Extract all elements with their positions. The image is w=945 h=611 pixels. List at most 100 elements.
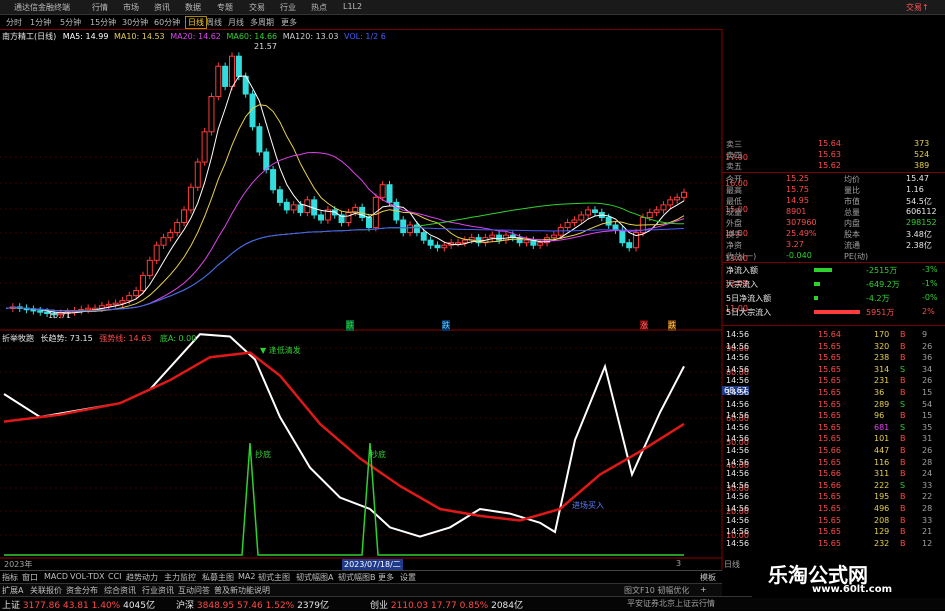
- high-price-label: 21.57: [254, 42, 277, 51]
- candle-body: [201, 131, 208, 163]
- candle-body: [139, 274, 146, 292]
- flow-row: 5日大宗流入 5951万 2%: [726, 307, 935, 317]
- stat-row: 换手 25.49% 股本 3.48亿: [726, 229, 932, 239]
- sub-tab[interactable]: 资金分布: [66, 585, 98, 596]
- sub-line1: 长趋势: 73.15: [40, 334, 93, 343]
- candle-body: [646, 211, 653, 218]
- sub-legend: 折举牧跑 长趋势: 73.15 强势线: 14.63 底A: 0.00: [2, 333, 196, 344]
- sub-tab[interactable]: 关联报价: [30, 585, 62, 596]
- date-axis-right: 3: [676, 559, 682, 568]
- candle-body: [37, 310, 44, 313]
- stat-row: 外盘 307960 内盘 298152: [726, 218, 937, 228]
- indicator-tab[interactable]: 窗口: [22, 572, 38, 583]
- index-bar: 上证 3177.86 43.81 1.40% 4045亿 沪深 3848.95 …: [0, 596, 945, 611]
- candle-body: [174, 222, 181, 234]
- ma5-line: [5, 75, 685, 314]
- sub-indicator-name: 折举牧跑: [2, 334, 34, 343]
- candle-body: [297, 204, 304, 213]
- candle-body: [270, 169, 277, 191]
- add-tab-button[interactable]: +: [700, 585, 707, 594]
- indicator-tab[interactable]: 私募主图: [202, 572, 234, 583]
- flow-bar: [814, 282, 820, 286]
- indicator-tab[interactable]: MACD: [44, 572, 68, 581]
- candle-body: [571, 219, 578, 224]
- quote-footer[interactable]: 日线: [724, 559, 740, 570]
- sub-line2: 强势线: 14.63: [99, 334, 152, 343]
- candle-body: [276, 189, 283, 203]
- signal-marker: 跌: [346, 320, 354, 331]
- candle-body: [119, 300, 126, 304]
- candle-body: [564, 222, 571, 229]
- sub-lines: [3, 333, 685, 556]
- order-row: 卖三 15.64 373: [726, 139, 930, 149]
- spike-label: 抄底: [370, 450, 386, 459]
- indicator-tab-bar: 指标 窗口 MACD VOL-TDX CCI 趋势动力 主力监控 私募主图 MA…: [0, 570, 722, 583]
- candle-body: [550, 234, 557, 239]
- indicator-tab[interactable]: 韧式主图: [258, 572, 290, 583]
- candle-body: [681, 191, 687, 198]
- indicator-tab[interactable]: 设置: [400, 572, 416, 583]
- sub-tab[interactable]: 综合资讯: [104, 585, 136, 596]
- candle-body: [318, 214, 325, 221]
- server-status[interactable]: 平安证券北京上证云行情: [627, 598, 715, 609]
- sub-tab[interactable]: 扩展A: [2, 585, 23, 596]
- candle-body: [167, 232, 174, 239]
- candle-body: [489, 234, 496, 239]
- candle-body: [222, 65, 229, 87]
- index-item[interactable]: 上证 3177.86 43.81 1.40% 4045亿: [2, 598, 155, 611]
- candle-body: [496, 234, 503, 241]
- candle-body: [660, 204, 667, 211]
- indicator-tab[interactable]: 主力监控: [164, 572, 196, 583]
- tick-row: 14:56 15.66 447 B 26: [726, 446, 933, 455]
- candle-body: [653, 209, 660, 213]
- candle-body: [235, 55, 242, 77]
- sub-tab[interactable]: 行业资讯: [142, 585, 174, 596]
- indicator-tab[interactable]: CCI: [108, 572, 122, 581]
- flow-bar: [814, 296, 818, 300]
- candle-body: [523, 239, 530, 244]
- candle-body: [153, 244, 160, 261]
- candle-body: [441, 244, 448, 249]
- ma20-line: [5, 151, 685, 312]
- candle-body: [585, 209, 592, 216]
- candle-body: [605, 216, 612, 226]
- indicator-tab[interactable]: 更多: [378, 572, 394, 583]
- ma-lines: [5, 75, 685, 314]
- sub-tab[interactable]: 互动问答: [178, 585, 210, 596]
- candle-body: [407, 224, 414, 234]
- spike-label: 抄底: [255, 450, 271, 459]
- indicator-tab[interactable]: 趋势动力: [126, 572, 158, 583]
- candle-body: [85, 307, 92, 311]
- stat-row: 今开 15.25 均价 15.47: [726, 174, 929, 184]
- candle-body: [578, 214, 585, 221]
- template-button[interactable]: 模板: [700, 572, 716, 583]
- watermark-url: www.60lt.com: [812, 584, 893, 595]
- candle-body: [187, 186, 194, 211]
- candle-body: [386, 184, 393, 203]
- candle-body: [537, 242, 544, 246]
- tick-row: 14:56 15.66 222 S 33: [726, 480, 933, 490]
- indicator-tab[interactable]: 指标: [2, 572, 18, 583]
- index-item[interactable]: 创业 2110.03 17.77 0.85% 2084亿: [370, 598, 523, 611]
- indicator-tab[interactable]: VOL-TDX: [70, 572, 105, 581]
- candle-body: [619, 229, 626, 244]
- candle-body: [400, 219, 407, 234]
- stat-row: 最低 14.95 市值 54.5亿: [726, 196, 932, 206]
- indicator-tab[interactable]: MA2: [238, 572, 255, 581]
- tick-row: 14:56 15.65 129 B 21: [726, 527, 933, 537]
- indicator-tab[interactable]: 韧式幅图B: [338, 572, 376, 583]
- signal-marker: 涨: [640, 320, 648, 331]
- status-right[interactable]: 图文F10 韧幅优化: [624, 585, 689, 596]
- order-row: 卖四 15.63 524: [726, 150, 930, 160]
- low-price-label: 10.71: [48, 311, 71, 320]
- tick-row: 14:56 15.65 314 S 34: [726, 364, 933, 374]
- candle-body: [365, 216, 372, 229]
- index-item[interactable]: 沪深 3848.95 57.46 1.52% 2379亿: [176, 598, 329, 611]
- tick-row: 14:56 15.64 170 B 9: [726, 330, 928, 339]
- candle-body: [30, 308, 37, 312]
- tick-row: 14:56 15.65 36 B 15: [726, 388, 933, 397]
- candle-body: [434, 244, 441, 249]
- indicator-tab[interactable]: 韧式幅图A: [296, 572, 333, 583]
- sub-tab[interactable]: 普及新功能说明: [214, 585, 270, 596]
- candle-body: [345, 211, 352, 224]
